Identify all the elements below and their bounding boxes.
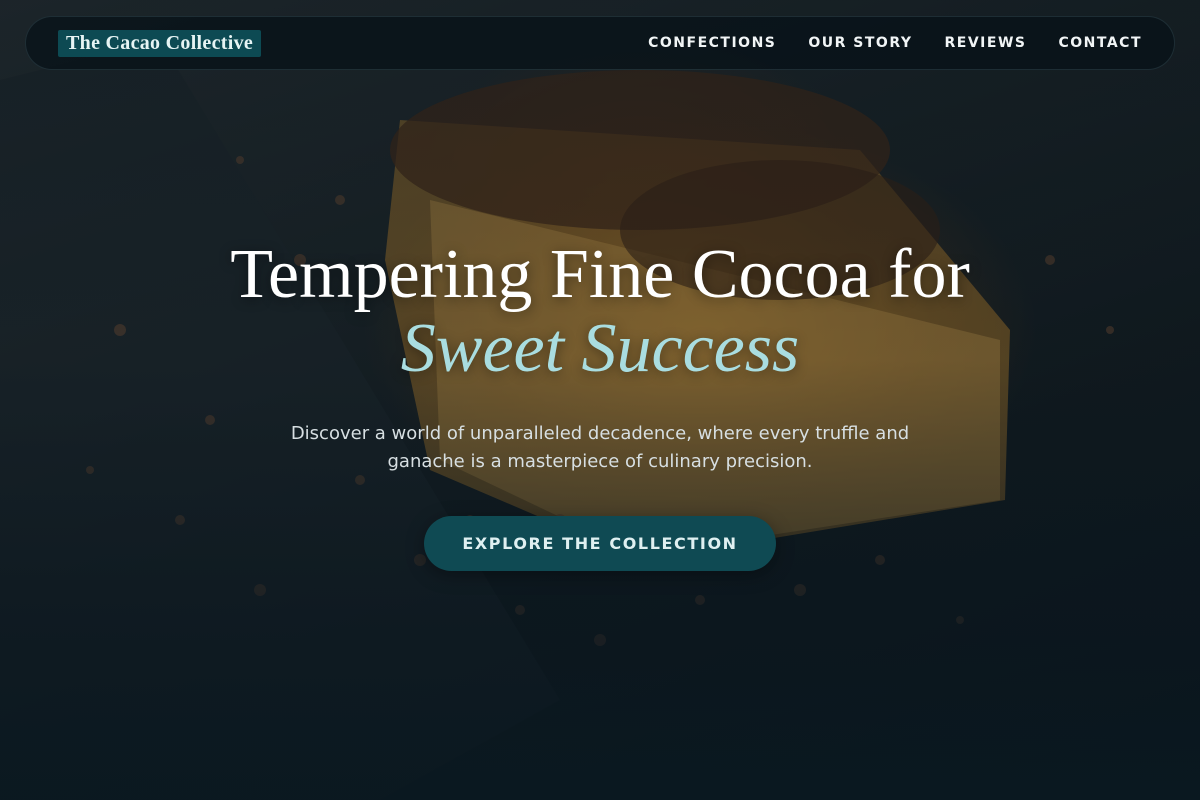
explore-collection-button[interactable]: EXPLORE THE COLLECTION (424, 516, 776, 571)
hero-title-line1: Tempering Fine Cocoa for (230, 236, 970, 313)
landing-page: The Cacao Collective CONFECTIONS OUR STO… (0, 0, 1200, 800)
navbar: The Cacao Collective CONFECTIONS OUR STO… (25, 16, 1175, 70)
hero-title: Tempering Fine Cocoa for Sweet Success (0, 238, 1200, 386)
hero-section: Tempering Fine Cocoa for Sweet Success D… (0, 238, 1200, 571)
hero-title-accent: Sweet Success (400, 310, 800, 387)
brand-logo[interactable]: The Cacao Collective (58, 29, 262, 57)
nav-link-our-story[interactable]: OUR STORY (808, 35, 912, 51)
nav-links: CONFECTIONS OUR STORY REVIEWS CONTACT (648, 35, 1142, 51)
hero-subtitle: Discover a world of unparalleled decaden… (290, 423, 910, 472)
nav-link-contact[interactable]: CONTACT (1058, 35, 1142, 51)
nav-link-reviews[interactable]: REVIEWS (945, 35, 1027, 51)
nav-link-confections[interactable]: CONFECTIONS (648, 35, 776, 51)
